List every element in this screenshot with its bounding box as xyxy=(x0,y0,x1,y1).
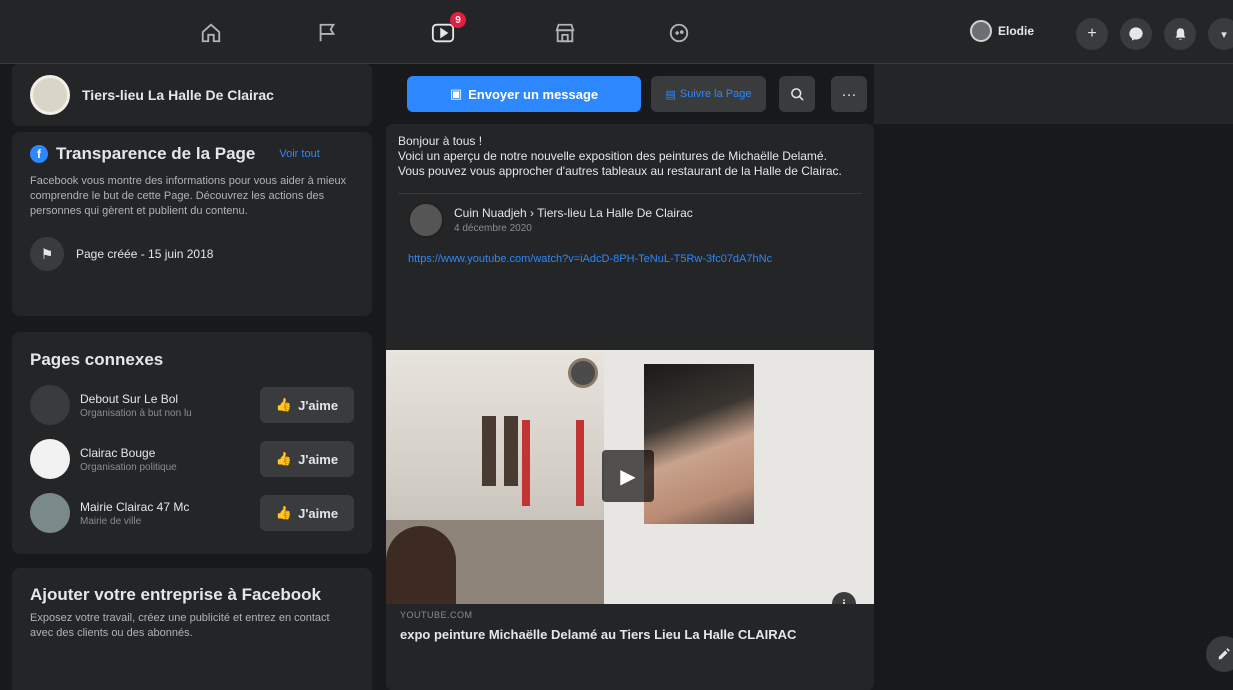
connected-page-category: Organisation à but non lu xyxy=(80,407,192,419)
page-avatar[interactable] xyxy=(30,439,70,479)
avatar[interactable] xyxy=(408,202,444,238)
new-message-button[interactable] xyxy=(1206,636,1233,672)
play-button[interactable]: ▶ xyxy=(602,450,654,502)
transparency-description: Facebook vous montre des informations po… xyxy=(30,175,347,217)
add-business-title: Ajouter votre entreprise à Facebook xyxy=(30,585,321,604)
notifications-button[interactable] xyxy=(1164,18,1196,50)
post-text-line: Bonjour à tous ! xyxy=(398,134,483,148)
transparency-card: f Transparence de la Page Voir tout Face… xyxy=(12,132,372,316)
compose-icon xyxy=(1218,648,1230,660)
page-avatar[interactable] xyxy=(30,385,70,425)
avatar xyxy=(970,20,992,42)
watch-icon[interactable]: 9 xyxy=(428,12,466,48)
profile-name: Elodie xyxy=(998,24,1035,38)
page-created-date: Page créée - 15 juin 2018 xyxy=(76,247,214,261)
add-business-description: Exposez votre travail, créez une publici… xyxy=(30,612,330,639)
page-created-row: ⚑ Page créée - 15 juin 2018 xyxy=(30,237,354,271)
chevron-down-icon: ▾ xyxy=(1221,28,1227,41)
list-item: Clairac Bouge Organisation politique 👍 J'… xyxy=(30,432,354,486)
like-label: J'aime xyxy=(298,505,339,521)
marketplace-icon[interactable] xyxy=(550,18,580,48)
page-name[interactable]: Tiers-lieu La Halle De Clairac xyxy=(82,87,274,103)
shared-post: Cuin Nuadjeh › Tiers-lieu La Halle De Cl… xyxy=(398,193,862,291)
follow-icon: ▤ xyxy=(665,88,676,101)
flag-icon: ⚑ xyxy=(30,237,64,271)
connected-page-name[interactable]: Debout Sur Le Bol xyxy=(80,392,260,406)
like-button[interactable]: 👍 J'aime xyxy=(260,441,354,477)
video-thumbnail[interactable]: ▶ i xyxy=(386,350,874,604)
add-business-card: Ajouter votre entreprise à Facebook Expo… xyxy=(12,568,372,690)
messenger-button[interactable] xyxy=(1120,18,1152,50)
like-label: J'aime xyxy=(298,451,339,467)
post-card: Bonjour à tous ! Voici un aperçu de notr… xyxy=(386,124,874,690)
video-title[interactable]: expo peinture Michaëlle Delamé au Tiers … xyxy=(400,626,860,643)
thumbs-up-icon: 👍 xyxy=(275,451,293,466)
create-button[interactable]: + xyxy=(1076,18,1108,50)
connected-pages-title: Pages connexes xyxy=(30,350,164,369)
post-text-line: Vous pouvez vous approcher d'autres tabl… xyxy=(398,164,842,178)
follow-page-button[interactable]: ▤ Suivre la Page xyxy=(651,76,766,112)
connected-page-name[interactable]: Clairac Bouge xyxy=(80,446,260,460)
plus-icon: + xyxy=(1087,25,1097,42)
shared-author[interactable]: Cuin Nuadjeh › Tiers-lieu La Halle De Cl… xyxy=(454,206,693,220)
search-icon xyxy=(790,87,804,101)
link-preview-meta[interactable]: YOUTUBE.COM expo peinture Michaëlle Dela… xyxy=(386,610,874,643)
send-message-button[interactable]: ▣ Envoyer un message xyxy=(407,76,641,112)
page-header: Tiers-lieu La Halle De Clairac xyxy=(12,64,372,126)
see-all-link[interactable]: Voir tout xyxy=(279,148,319,160)
profile-chip[interactable]: Elodie xyxy=(970,20,1034,42)
transparency-title: Transparence de la Page xyxy=(56,144,256,163)
notification-badge: 9 xyxy=(450,12,466,28)
connected-page-category: Organisation politique xyxy=(80,461,177,473)
shared-date[interactable]: 4 décembre 2020 xyxy=(454,223,693,234)
more-icon: ··· xyxy=(841,85,857,103)
top-navigation-bar: 9 Elodie + ▾ xyxy=(0,0,1233,64)
post-text: Bonjour à tous ! Voici un aperçu de notr… xyxy=(386,124,874,179)
page-avatar[interactable] xyxy=(30,493,70,533)
post-text-line: Voici un aperçu de notre nouvelle exposi… xyxy=(398,149,827,163)
like-button[interactable]: 👍 J'aime xyxy=(260,387,354,423)
home-icon[interactable] xyxy=(196,18,226,48)
messenger-icon xyxy=(1129,27,1143,41)
play-icon: ▶ xyxy=(620,465,636,488)
video-source: YOUTUBE.COM xyxy=(400,610,473,620)
video-scene-room xyxy=(386,350,604,604)
connected-page-category: Mairie de ville xyxy=(80,515,142,527)
left-column: Tiers-lieu La Halle De Clairac f Transpa… xyxy=(12,64,372,690)
page-avatar[interactable] xyxy=(30,75,70,115)
send-message-label: Envoyer un message xyxy=(468,86,599,102)
facebook-icon: f xyxy=(30,145,48,163)
message-icon: ▣ xyxy=(449,86,463,101)
more-options-button[interactable]: ··· xyxy=(831,76,867,112)
connected-pages-card: Pages connexes Debout Sur Le Bol Organis… xyxy=(12,332,372,554)
account-menu-button[interactable]: ▾ xyxy=(1208,18,1233,50)
connected-page-name[interactable]: Mairie Clairac 47 Mc xyxy=(80,500,260,514)
list-item: Debout Sur Le Bol Organisation à but non… xyxy=(30,378,354,432)
flag-icon[interactable] xyxy=(312,18,342,48)
right-header-strip xyxy=(874,64,1233,124)
like-label: J'aime xyxy=(298,397,339,413)
bell-icon xyxy=(1175,27,1185,40)
thumbs-up-icon: 👍 xyxy=(275,397,293,412)
shared-link[interactable]: https://www.youtube.com/watch?v=iAdcD-8P… xyxy=(408,252,852,266)
thumbs-up-icon: 👍 xyxy=(275,505,293,520)
gaming-icon[interactable] xyxy=(664,18,694,48)
like-button[interactable]: 👍 J'aime xyxy=(260,495,354,531)
list-item: Mairie Clairac 47 Mc Mairie de ville 👍 J'… xyxy=(30,486,354,540)
video-scene-portrait xyxy=(644,364,754,524)
search-button[interactable] xyxy=(779,76,815,112)
follow-page-label: Suivre la Page xyxy=(679,88,752,100)
